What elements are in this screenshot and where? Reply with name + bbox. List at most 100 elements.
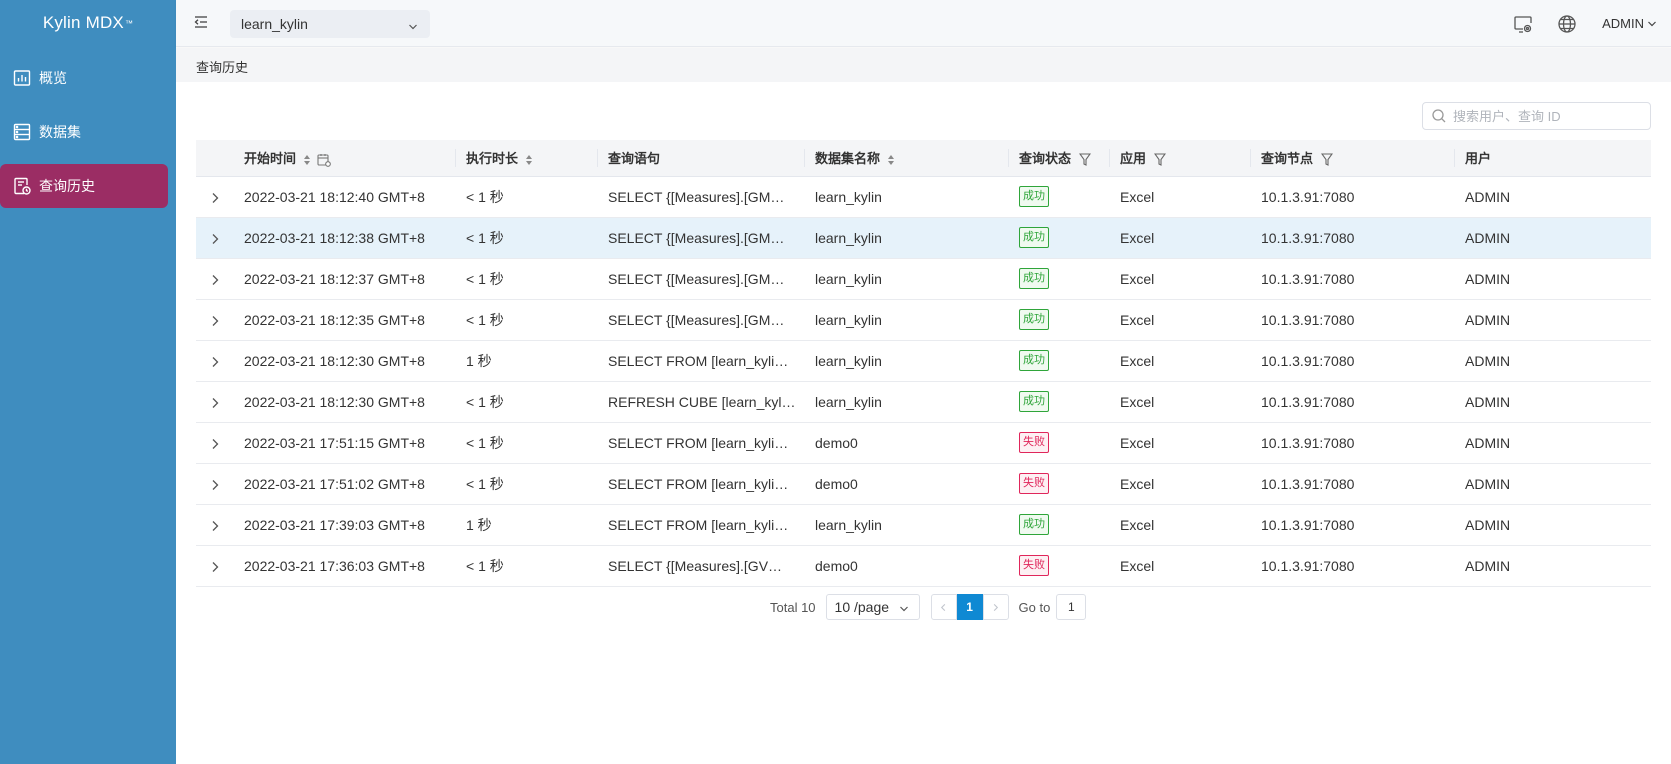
cell-dataset: learn_kylin [805, 504, 1009, 546]
cell-node: 10.1.3.91:7080 [1251, 258, 1455, 300]
cell-query[interactable]: SELECT FROM [learn_kyli… [598, 422, 805, 464]
cell-status: 成功 [1009, 176, 1110, 218]
status-badge: 成功 [1019, 350, 1049, 371]
app-logo[interactable]: Kylin MDX ™ [0, 0, 176, 46]
cell-query[interactable]: SELECT {[Measures].[GM… [598, 258, 805, 300]
table-row[interactable]: 2022-03-21 18:12:38 GMT+8 < 1 秒 SELECT {[M… [196, 217, 1651, 259]
page-size-value: 10 /page [834, 599, 890, 615]
cell-query[interactable]: SELECT {[Measures].[GM… [598, 176, 805, 218]
cell-status: 成功 [1009, 504, 1110, 546]
expand-row-button[interactable] [196, 545, 234, 587]
sort-icon[interactable] [887, 154, 894, 165]
cell-node: 10.1.3.91:7080 [1251, 545, 1455, 587]
menu-collapse-icon[interactable] [193, 14, 209, 30]
table-row[interactable]: 2022-03-21 18:12:30 GMT+8 1 秒 SELECT FROM … [196, 340, 1651, 382]
table-row[interactable]: 2022-03-21 18:12:35 GMT+8 < 1 秒 SELECT {[M… [196, 299, 1651, 341]
cell-status: 成功 [1009, 258, 1110, 300]
column-header-dataset[interactable]: 数据集名称 [805, 140, 1009, 177]
sidebar-item-query-history[interactable]: 查询历史 [0, 164, 168, 208]
page-button-current[interactable]: 1 [956, 594, 983, 620]
sidebar-item-datasets[interactable]: 数据集 [0, 110, 168, 154]
column-header-user: 用户 [1455, 140, 1651, 177]
table-row[interactable]: 2022-03-21 17:51:15 GMT+8 < 1 秒 SELECT FRO… [196, 422, 1651, 464]
cell-node: 10.1.3.91:7080 [1251, 422, 1455, 464]
cell-duration: < 1 秒 [456, 381, 598, 423]
expand-row-button[interactable] [196, 381, 234, 423]
cell-query[interactable]: SELECT {[Measures].[GM… [598, 299, 805, 341]
cell-user: ADMIN [1455, 422, 1651, 464]
calendar-filter-icon[interactable] [317, 153, 332, 167]
column-header-app[interactable]: 应用 [1110, 140, 1251, 177]
filter-icon[interactable] [1320, 153, 1333, 167]
column-header-duration[interactable]: 执行时长 [456, 140, 598, 177]
column-header-node[interactable]: 查询节点 [1251, 140, 1455, 177]
page-size-select[interactable]: 10 /page [825, 594, 920, 620]
status-badge: 成功 [1019, 186, 1049, 207]
search-icon [1432, 109, 1446, 123]
monitor-settings-icon[interactable] [1513, 14, 1533, 34]
cell-user: ADMIN [1455, 381, 1651, 423]
cell-node: 10.1.3.91:7080 [1251, 381, 1455, 423]
column-header-start-time[interactable]: 开始时间 [234, 140, 456, 177]
cell-app: Excel [1110, 258, 1251, 300]
cell-user: ADMIN [1455, 299, 1651, 341]
goto-page-input[interactable] [1056, 594, 1087, 620]
table-row[interactable]: 2022-03-21 17:36:03 GMT+8 < 1 秒 SELECT {[M… [196, 545, 1651, 587]
cell-query[interactable]: REFRESH CUBE [learn_kyl… [598, 381, 805, 423]
column-label: 查询语句 [608, 151, 661, 167]
cell-dataset: demo0 [805, 422, 1009, 464]
chevron-down-icon [899, 606, 908, 612]
chart-icon [12, 68, 32, 88]
search-box[interactable] [1422, 102, 1651, 130]
user-menu[interactable]: ADMIN [1602, 16, 1657, 31]
logo-text: Kylin MDX [42, 13, 124, 32]
cell-query[interactable]: SELECT FROM [learn_kyli… [598, 463, 805, 505]
filter-icon[interactable] [1153, 153, 1166, 167]
expand-row-button[interactable] [196, 217, 234, 259]
table-row[interactable]: 2022-03-21 18:12:37 GMT+8 < 1 秒 SELECT {[M… [196, 258, 1651, 300]
prev-page-button[interactable] [930, 594, 957, 620]
pagination-total: Total 10 [770, 599, 816, 615]
status-badge: 成功 [1019, 514, 1049, 535]
cell-query[interactable]: SELECT FROM [learn_kyli… [598, 340, 805, 382]
expand-row-button[interactable] [196, 258, 234, 300]
cell-duration: < 1 秒 [456, 176, 598, 218]
cell-dataset: learn_kylin [805, 299, 1009, 341]
cell-user: ADMIN [1455, 217, 1651, 259]
sidebar-item-overview[interactable]: 概览 [0, 56, 168, 100]
column-header-status[interactable]: 查询状态 [1009, 140, 1110, 177]
column-label: 用户 [1465, 151, 1492, 167]
cell-start-time: 2022-03-21 18:12:30 GMT+8 [234, 381, 456, 423]
cell-duration: < 1 秒 [456, 299, 598, 341]
next-page-button[interactable] [982, 594, 1009, 620]
sort-icon[interactable] [303, 154, 310, 165]
cell-query[interactable]: SELECT FROM [learn_kyli… [598, 504, 805, 546]
globe-icon[interactable] [1557, 14, 1577, 34]
table-row[interactable]: 2022-03-21 18:12:40 GMT+8 < 1 秒 SELECT {[M… [196, 176, 1651, 218]
expand-row-button[interactable] [196, 340, 234, 382]
dataset-icon [12, 122, 32, 142]
expand-row-button[interactable] [196, 299, 234, 341]
sort-icon[interactable] [525, 154, 532, 165]
cell-query[interactable]: SELECT {[Measures].[GM… [598, 217, 805, 259]
table-row[interactable]: 2022-03-21 17:39:03 GMT+8 1 秒 SELECT FROM … [196, 504, 1651, 546]
breadcrumb: 查询历史 [196, 60, 249, 75]
user-name: ADMIN [1602, 16, 1644, 31]
project-select[interactable]: learn_kylin [230, 10, 430, 38]
table-row[interactable]: 2022-03-21 18:12:30 GMT+8 < 1 秒 REFRESH CU… [196, 381, 1651, 423]
expand-row-button[interactable] [196, 504, 234, 546]
cell-query[interactable]: SELECT {[Measures].[GV… [598, 545, 805, 587]
cell-duration: < 1 秒 [456, 217, 598, 259]
sidebar-item-label: 查询历史 [39, 178, 95, 194]
column-label: 查询状态 [1019, 151, 1072, 167]
cell-app: Excel [1110, 545, 1251, 587]
cell-app: Excel [1110, 217, 1251, 259]
expand-row-button[interactable] [196, 422, 234, 464]
search-input[interactable] [1453, 108, 1643, 124]
expand-row-button[interactable] [196, 463, 234, 505]
filter-icon[interactable] [1078, 153, 1091, 167]
sidebar-item-label: 概览 [39, 70, 67, 86]
cell-user: ADMIN [1455, 463, 1651, 505]
expand-row-button[interactable] [196, 176, 234, 218]
table-row[interactable]: 2022-03-21 17:51:02 GMT+8 < 1 秒 SELECT FRO… [196, 463, 1651, 505]
